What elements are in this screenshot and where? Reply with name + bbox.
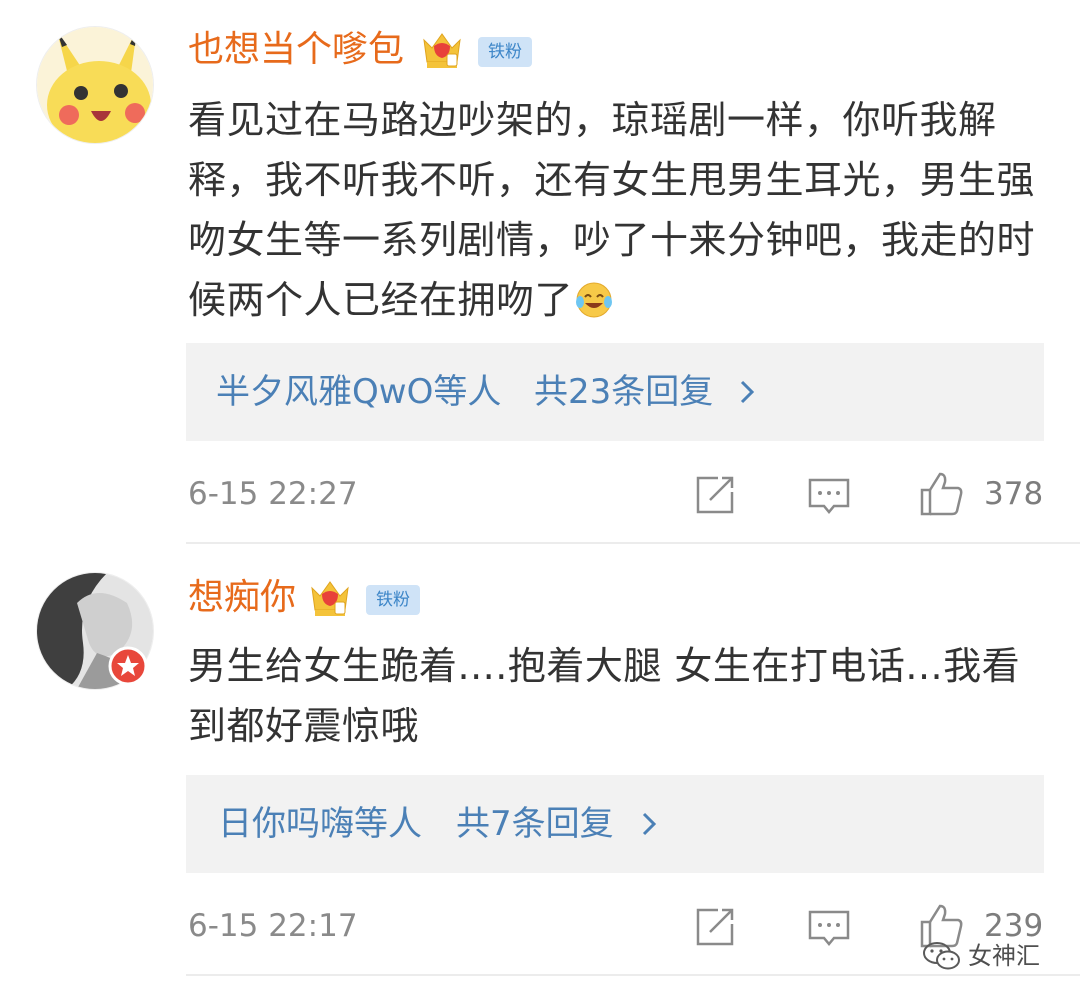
avatar[interactable] xyxy=(36,26,154,144)
reply-users[interactable]: 半夕风雅QwO等人 xyxy=(216,343,501,441)
wechat-icon xyxy=(922,940,962,972)
comment-item: 也想当个嗲包 铁粉 看见过在马路边吵架的，琼瑶剧一样，你听我解释，我不听我不听，… xyxy=(0,0,1080,543)
comment-icon[interactable] xyxy=(806,474,852,520)
timestamp: 6-15 22:27 xyxy=(188,476,358,512)
username[interactable]: 想痴你 xyxy=(188,576,296,620)
watermark: 女神汇 xyxy=(922,936,1062,976)
fan-badge: 铁粉 xyxy=(478,37,532,67)
reply-summary[interactable]: 日你吗嗨等人 共7条回复 xyxy=(186,775,1044,873)
comment-item: 想痴你 铁粉 男生给女生跪着....抱着大腿 女生在打电话...我看到都好震惊哦… xyxy=(0,544,1080,974)
verified-badge-icon xyxy=(108,646,148,686)
comment-icon[interactable] xyxy=(806,906,852,952)
chevron-right-icon xyxy=(636,811,662,837)
reply-users[interactable]: 日你吗嗨等人 xyxy=(218,775,422,873)
reply-total[interactable]: 共23条回复 xyxy=(534,343,713,441)
like-icon[interactable] xyxy=(918,470,964,516)
watermark-text: 女神汇 xyxy=(968,942,1040,970)
like-count: 378 xyxy=(984,476,1044,512)
reply-summary[interactable]: 半夕风雅QwO等人 共23条回复 xyxy=(186,343,1044,441)
comment-text: 男生给女生跪着....抱着大腿 女生在打电话...我看到都好震惊哦 xyxy=(188,644,1021,748)
laugh-cry-icon xyxy=(575,276,613,336)
username[interactable]: 也想当个嗲包 xyxy=(188,28,404,72)
fan-badge: 铁粉 xyxy=(366,585,420,615)
reply-total[interactable]: 共7条回复 xyxy=(456,775,614,873)
timestamp: 6-15 22:17 xyxy=(188,908,358,944)
repost-icon[interactable] xyxy=(692,472,738,518)
vip-crown-icon xyxy=(420,28,464,72)
chevron-right-icon xyxy=(734,379,760,405)
comment-text: 看见过在马路边吵架的，琼瑶剧一样，你听我解释，我不听我不听，还有女生甩男生耳光，… xyxy=(188,90,1048,336)
vip-crown-icon xyxy=(308,576,352,620)
repost-icon[interactable] xyxy=(692,904,738,950)
